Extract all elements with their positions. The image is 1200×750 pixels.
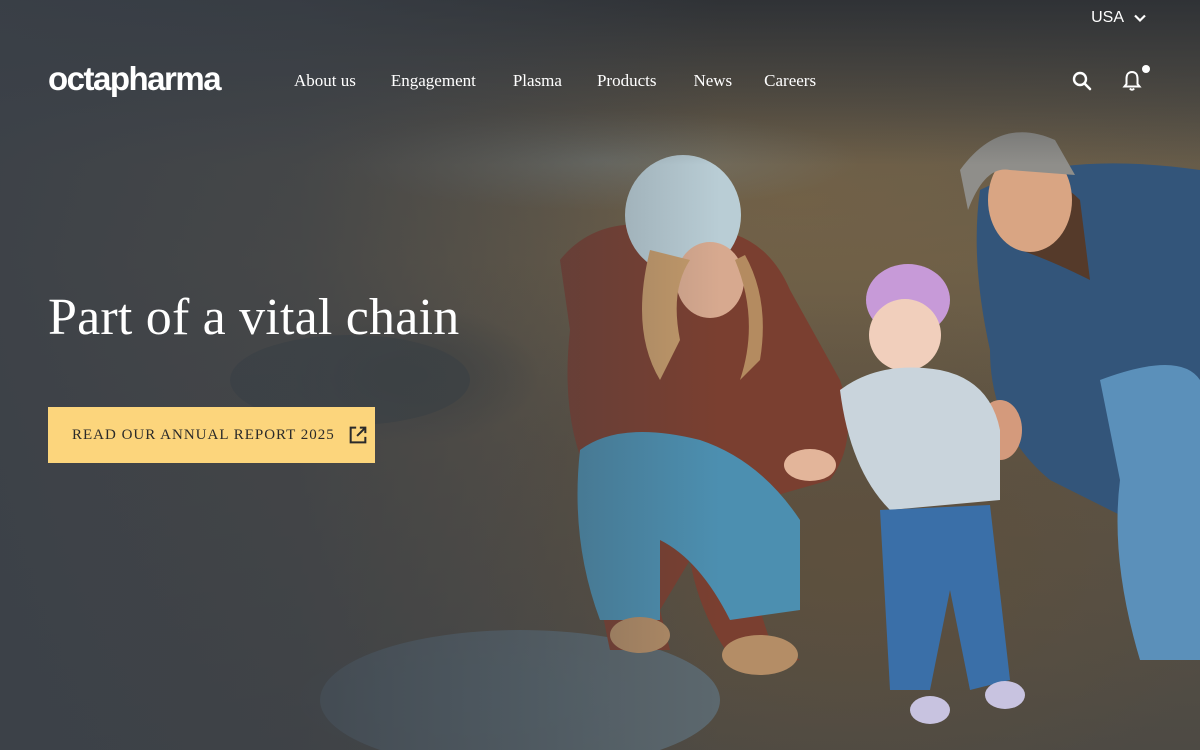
nav-about-us[interactable]: About us: [294, 71, 356, 91]
annual-report-button[interactable]: READ OUR ANNUAL REPORT 2025: [48, 407, 375, 463]
nav-careers[interactable]: Careers: [764, 71, 816, 91]
external-link-icon: [349, 426, 367, 444]
bell-icon: [1122, 70, 1142, 91]
annual-report-label: READ OUR ANNUAL REPORT 2025: [72, 426, 335, 443]
notifications-button[interactable]: [1120, 65, 1150, 93]
nav-products[interactable]: Products: [597, 71, 657, 91]
header-tools: [1070, 65, 1150, 93]
main-header: octapharma About us Engagement Plasma Pr…: [48, 56, 1150, 106]
chevron-down-icon: [1134, 14, 1146, 23]
search-icon: [1072, 71, 1092, 91]
notification-dot: [1142, 65, 1150, 73]
country-selector[interactable]: USA: [1091, 9, 1148, 27]
search-button[interactable]: [1070, 69, 1094, 93]
country-label: USA: [1091, 9, 1124, 26]
hero-headline: Part of a vital chain: [48, 289, 460, 346]
nav-plasma[interactable]: Plasma: [513, 71, 562, 91]
nav-engagement[interactable]: Engagement: [391, 71, 476, 91]
top-utility-bar: USA: [1091, 0, 1200, 36]
nav-news[interactable]: News: [693, 71, 732, 91]
octapharma-logo[interactable]: octapharma: [48, 61, 238, 101]
logo-mark: octapharma: [48, 63, 224, 97]
svg-text:octapharma: octapharma: [48, 63, 222, 97]
hero-overlay: [0, 0, 1200, 750]
primary-nav: About us Engagement Plasma Products News…: [294, 71, 851, 91]
